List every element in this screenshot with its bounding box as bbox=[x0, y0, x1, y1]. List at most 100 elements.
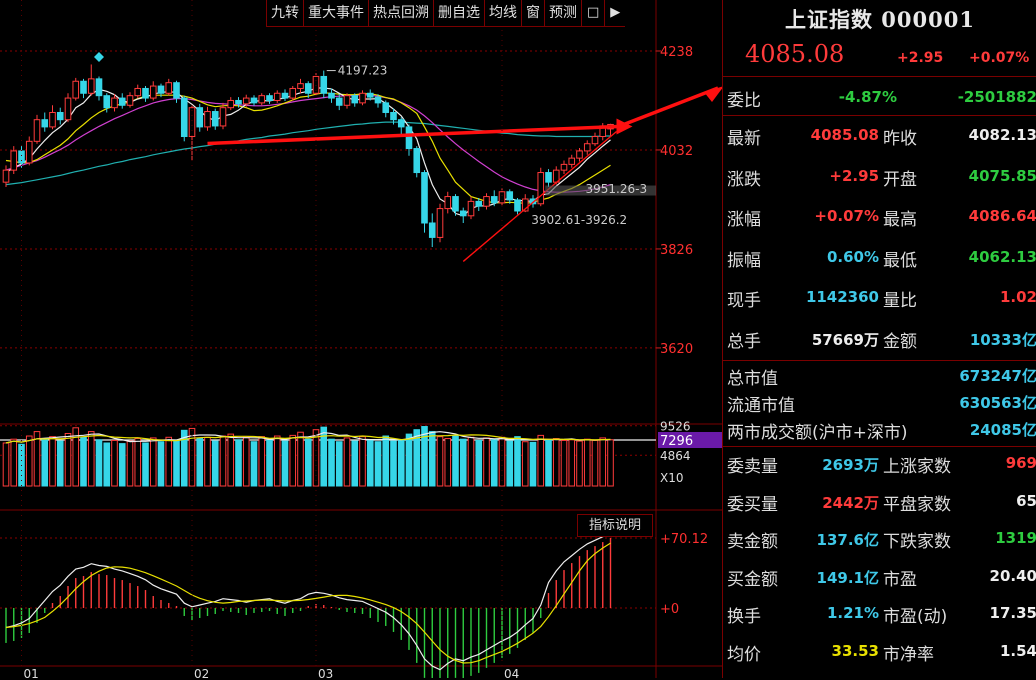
order-stat-label: 委卖量 bbox=[727, 457, 778, 477]
weibi-pct: -4.87% bbox=[838, 88, 897, 106]
quote-stat-value: 4075.85 bbox=[968, 166, 1036, 185]
volume-bar bbox=[514, 436, 521, 487]
lock-icon[interactable]: □ bbox=[581, 0, 604, 26]
divider bbox=[723, 115, 1036, 116]
candle-body bbox=[591, 136, 599, 145]
volume-bar bbox=[359, 436, 366, 487]
order-stat-label: 下跌家数 bbox=[883, 532, 951, 552]
candle-body bbox=[118, 97, 126, 106]
volume-bar bbox=[599, 437, 607, 487]
order-stat-label: 平盘家数 bbox=[883, 494, 951, 515]
candle-body bbox=[413, 148, 421, 174]
quote-stat-label: 振幅 bbox=[727, 250, 761, 271]
current-volume-label: 7296 bbox=[660, 434, 693, 449]
candle-body bbox=[421, 172, 428, 224]
quote-stat-value: 1142360 bbox=[805, 288, 879, 306]
candle-body bbox=[514, 199, 521, 212]
volume-bar bbox=[41, 439, 49, 487]
moving-average-button[interactable]: 均线 bbox=[484, 0, 521, 26]
volume-bar bbox=[149, 437, 157, 487]
volume-bar bbox=[591, 439, 599, 487]
high-price-label: 4197.23 bbox=[338, 64, 388, 78]
remove-watchlist-button[interactable]: 删自选 bbox=[433, 0, 484, 26]
volume-bar bbox=[118, 443, 126, 487]
hotspot-review-button[interactable]: 热点回溯 bbox=[368, 0, 433, 26]
quote-stat-label: 金额 bbox=[883, 331, 917, 352]
candle-body bbox=[545, 172, 552, 183]
candle-body bbox=[2, 169, 10, 183]
chart-toolbar: 九转 重大事件 热点回溯 删自选 均线 窗 预测 □ ▶ bbox=[266, 0, 626, 27]
volume-bar bbox=[390, 440, 397, 487]
volume-bar bbox=[490, 439, 498, 487]
volume-bar bbox=[374, 441, 382, 487]
quote-stat-value: +0.07% bbox=[814, 207, 879, 225]
quote-stat-value: 1.02 bbox=[999, 288, 1036, 306]
candle-body bbox=[188, 107, 196, 138]
volume-bar bbox=[607, 439, 614, 487]
quote-stat-value: 10333亿 bbox=[969, 330, 1036, 349]
candle-body bbox=[10, 150, 18, 171]
candle-body bbox=[142, 87, 149, 99]
order-stat-value: 65 bbox=[1016, 491, 1036, 510]
order-stat-label: 市净率 bbox=[883, 644, 934, 665]
quote-stat-row: 涨跌 +2.95 开盘 4075.85 bbox=[723, 165, 1036, 205]
volume-bar bbox=[204, 436, 211, 487]
order-stat-label: 均价 bbox=[727, 644, 761, 665]
candle-body bbox=[428, 222, 436, 238]
quote-stat-label: 涨幅 bbox=[727, 210, 761, 230]
price-tick-label: 4238 bbox=[660, 45, 693, 60]
volume-bar bbox=[467, 436, 475, 487]
volume-bar bbox=[382, 435, 390, 487]
major-events-button[interactable]: 重大事件 bbox=[303, 0, 368, 26]
order-stat-row: 买金额 149.1亿 市盈 20.40 bbox=[723, 565, 1036, 605]
market-stat-value: 24085亿 bbox=[969, 421, 1036, 439]
volume-bar bbox=[545, 439, 552, 487]
candle-body bbox=[211, 111, 219, 127]
kline-chart[interactable]: 4238 4032 3826 3620 4197.23 3951.26-3 3902.61-… bbox=[0, 0, 722, 678]
window-button[interactable]: 窗 bbox=[521, 0, 544, 26]
candle-body bbox=[196, 107, 204, 128]
jiuzhuan-button[interactable]: 九转 bbox=[266, 0, 303, 26]
volume-bar bbox=[444, 438, 452, 487]
candle-body bbox=[281, 92, 289, 99]
volume-bar bbox=[126, 440, 134, 487]
macd-tick-label: +70.12 bbox=[660, 532, 708, 547]
volume-tick-label: 4864 bbox=[660, 449, 691, 463]
volume-bar bbox=[56, 440, 64, 487]
volume-bar bbox=[281, 440, 289, 487]
candle-body bbox=[149, 85, 157, 99]
market-stat-label: 流通市值 bbox=[727, 396, 795, 416]
candle-body bbox=[235, 99, 242, 105]
volume-bar bbox=[142, 442, 149, 487]
quote-stat-label: 最低 bbox=[883, 250, 917, 271]
quote-stat-label: 涨跌 bbox=[727, 169, 761, 190]
volume-bar bbox=[134, 438, 142, 487]
price-tick-label: 3826 bbox=[660, 243, 693, 258]
candle-body bbox=[95, 78, 103, 97]
candle-body bbox=[390, 111, 397, 121]
volume-bar bbox=[266, 439, 273, 487]
volume-bar bbox=[111, 439, 118, 487]
volume-bar bbox=[506, 440, 514, 487]
exit-icon[interactable]: ▶ bbox=[604, 0, 625, 26]
last-price: 4085.08 bbox=[745, 40, 845, 68]
candle-body bbox=[498, 191, 506, 204]
divider bbox=[723, 76, 1036, 77]
quote-stat-value: 4086.64 bbox=[968, 207, 1036, 225]
indicator-help-button[interactable]: 指标说明 bbox=[577, 514, 653, 537]
price-tick-label: 4032 bbox=[660, 144, 693, 159]
date-tick-label: 03 bbox=[318, 667, 333, 678]
volume-bar bbox=[366, 439, 374, 487]
candle-body bbox=[397, 119, 405, 128]
order-stat-label: 委买量 bbox=[727, 494, 778, 515]
quote-stat-label: 量比 bbox=[883, 291, 917, 311]
candle-body bbox=[273, 92, 281, 101]
candle-body bbox=[506, 191, 514, 201]
volume-bar bbox=[312, 429, 320, 487]
order-stat-label: 上涨家数 bbox=[883, 457, 951, 477]
candle-body bbox=[297, 83, 304, 89]
volume-bar bbox=[95, 439, 103, 487]
order-stat-value: 33.53 bbox=[831, 641, 879, 660]
forecast-button[interactable]: 预测 bbox=[544, 0, 581, 26]
volume-bar bbox=[304, 438, 312, 487]
